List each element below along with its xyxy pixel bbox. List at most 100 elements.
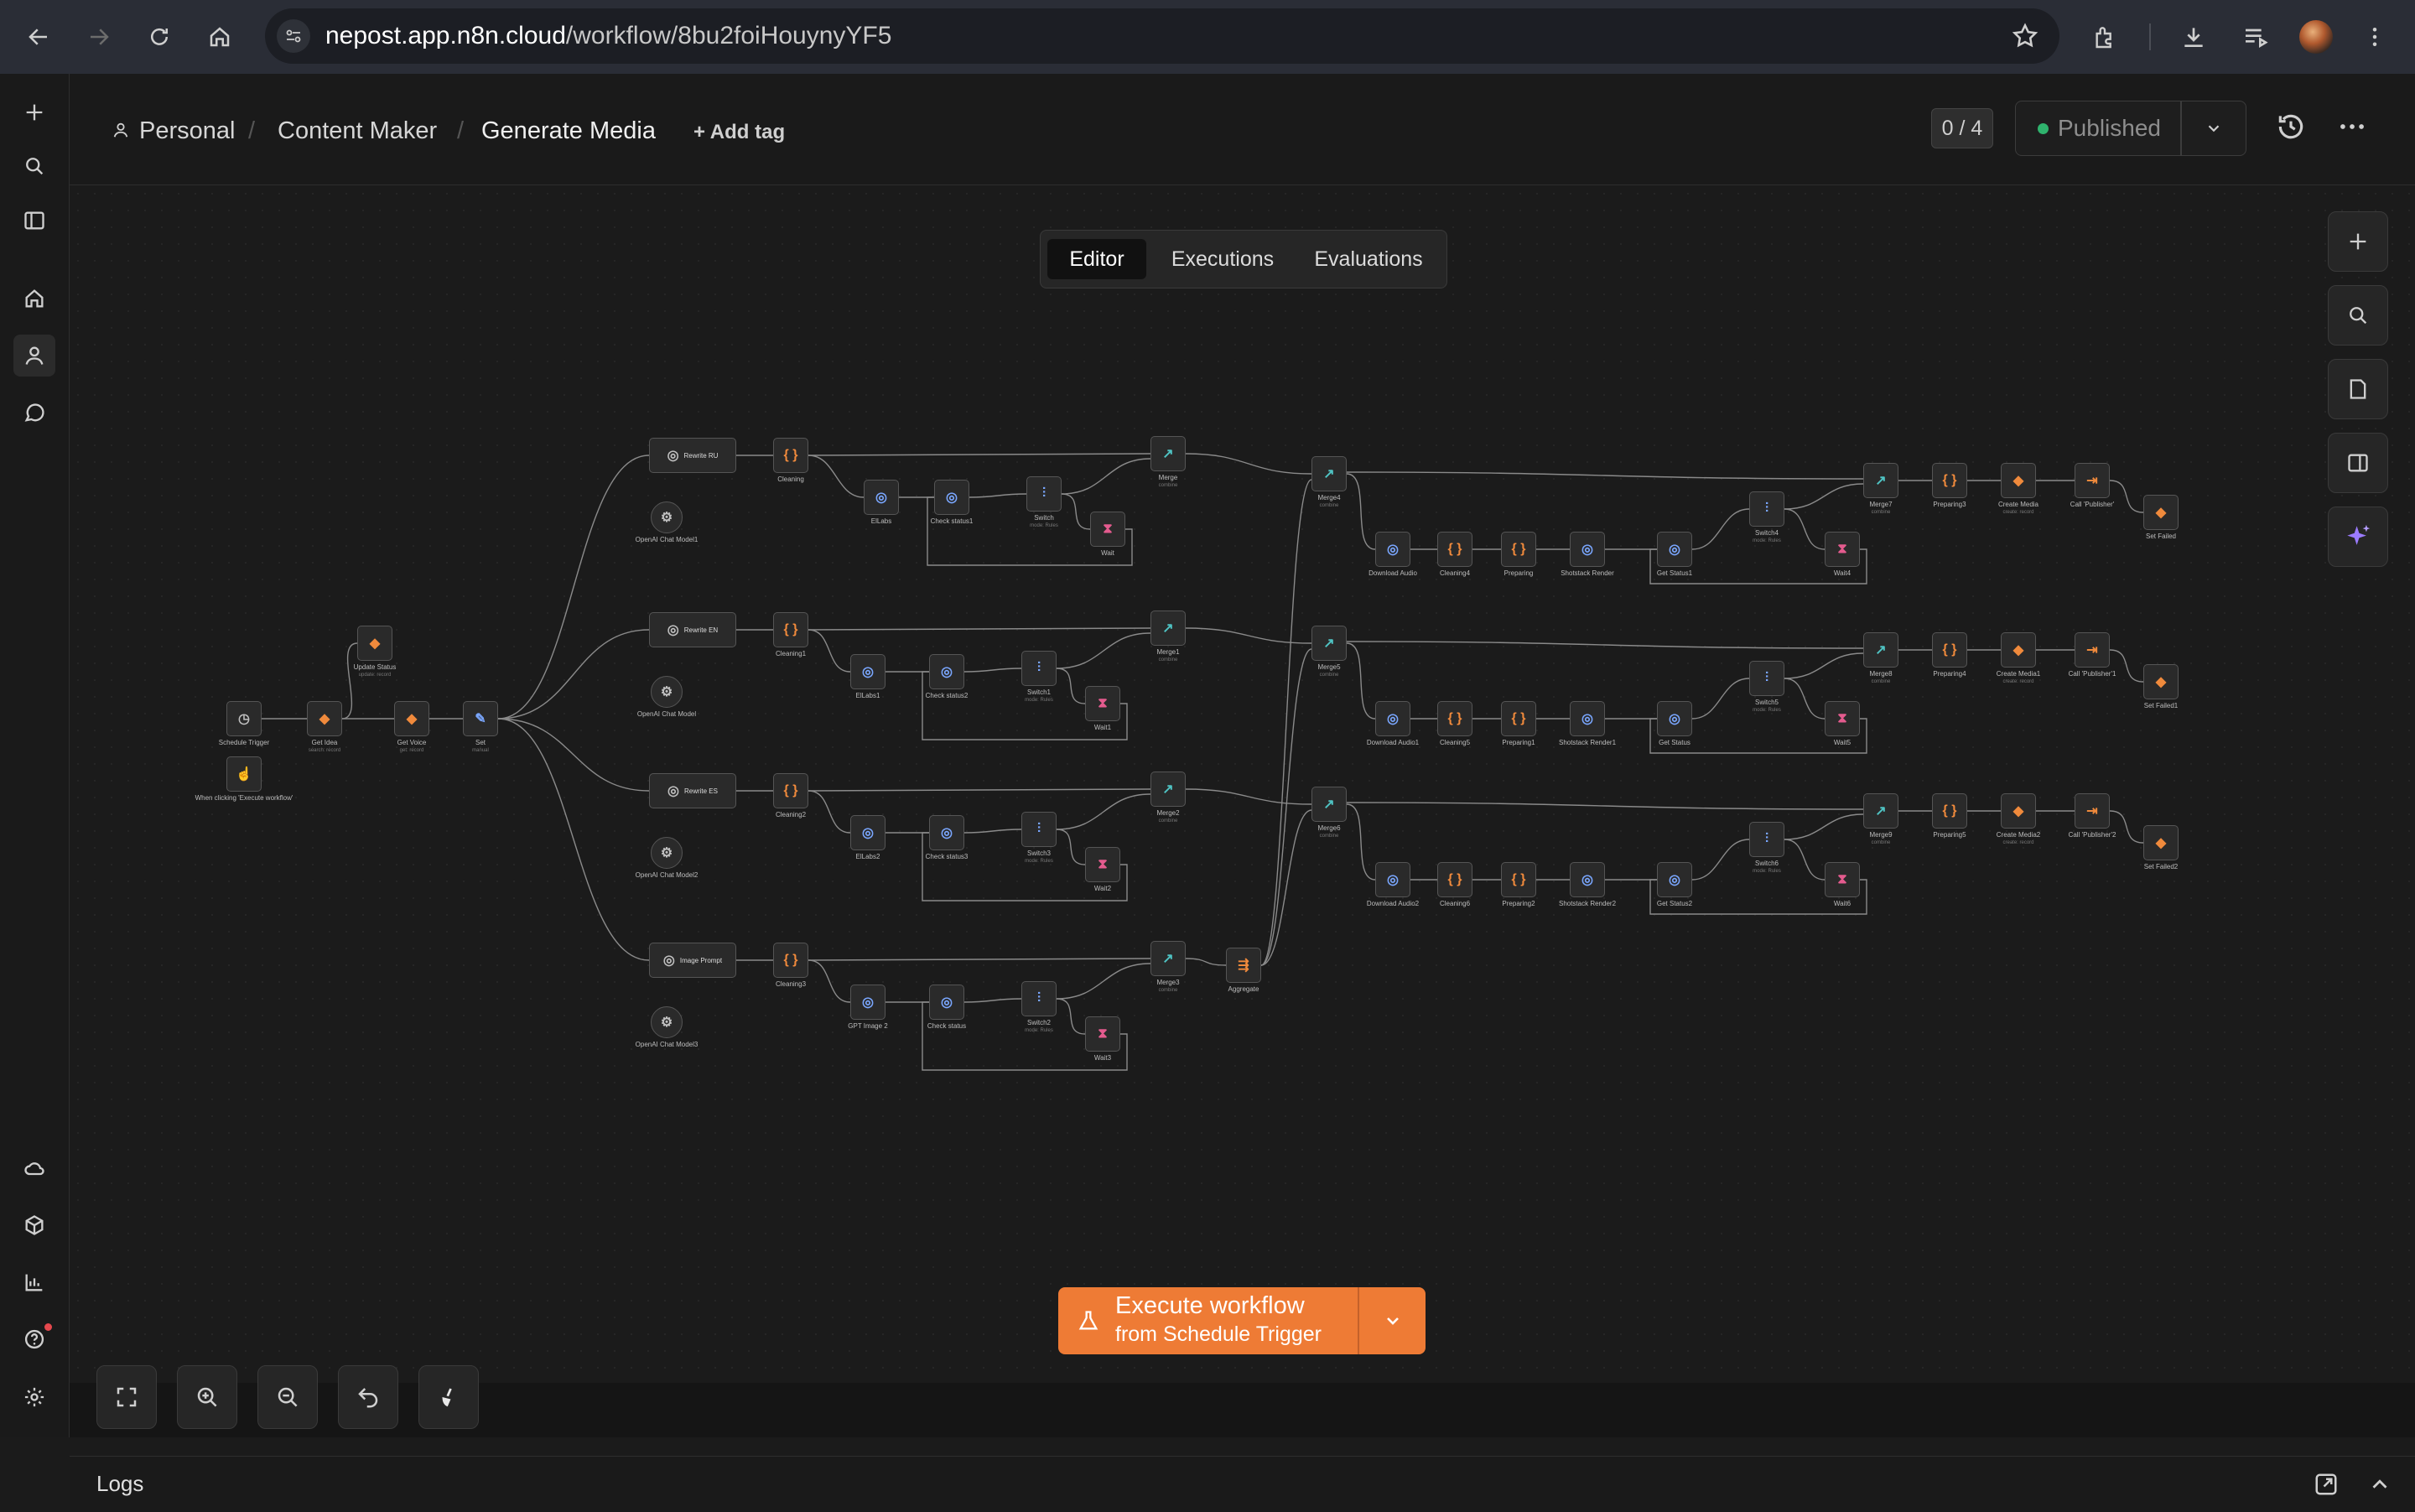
history-icon[interactable] [2275,111,2307,147]
workflow-name[interactable]: Generate Media [481,117,656,145]
manual-trigger-node[interactable]: ☝ [226,756,262,792]
publish-options-dropdown[interactable] [2181,101,2246,156]
switch-node-1[interactable]: ⫶ [1021,651,1057,686]
collapse-sidebar-icon[interactable] [13,200,55,242]
merge-right-node-2[interactable]: ↗ [1311,787,1347,822]
bookmark-star-icon[interactable] [2011,22,2039,55]
search-icon[interactable] [13,145,55,187]
check-status-node-0[interactable]: ◎ [934,480,969,515]
tab-evaluations[interactable]: Evaluations [1297,239,1440,279]
preparing-node-2[interactable]: { } [1501,862,1536,897]
wait-node-0[interactable]: ⧗ [1090,512,1125,547]
add-tag-button[interactable]: + Add tag [693,121,785,144]
preparing-node-0[interactable]: { } [1501,532,1536,567]
shotstack-node-1[interactable]: ◎ [1570,701,1605,736]
get-idea-node[interactable]: ◆ [307,701,342,736]
profile-avatar[interactable] [2296,17,2336,57]
chat-model-node-0[interactable]: ⚙ [651,501,683,533]
breadcrumb-personal[interactable]: Personal [139,117,235,145]
shotstack-node-2[interactable]: ◎ [1570,862,1605,897]
agent-node-2[interactable]: ◎ Rewrite ES [649,773,736,808]
aggregate-node[interactable]: ⇶ [1226,948,1261,983]
logs-panel-bar[interactable]: Logs [70,1456,2415,1512]
popout-icon[interactable] [2314,1472,2339,1501]
preparing-final-node-0[interactable]: { } [1932,463,1967,498]
switch-node-3[interactable]: ⫶ [1021,981,1057,1016]
merge-right-node-1[interactable]: ↗ [1311,626,1347,661]
download-audio-node-1[interactable]: ◎ [1375,701,1410,736]
tidy-up-button[interactable] [418,1365,479,1429]
execute-options-dropdown[interactable] [1359,1287,1426,1354]
personal-user-icon[interactable] [13,335,55,377]
browser-menu-icon[interactable] [2355,17,2395,57]
overview-home-icon[interactable] [13,278,55,320]
chat-icon[interactable] [13,392,55,434]
address-bar[interactable]: nepost.app.n8n.cloud/workflow/8bu2foiHou… [265,8,2059,64]
chat-model-node-3[interactable]: ⚙ [651,1006,683,1038]
tab-executions[interactable]: Executions [1151,239,1294,279]
chat-model-node-2[interactable]: ⚙ [651,837,683,869]
wait-node-2[interactable]: ⧗ [1085,847,1120,882]
set-failed-node-2[interactable]: ◆ [2143,825,2179,860]
media-queue-icon[interactable] [2236,17,2276,57]
preparing-final-node-1[interactable]: { } [1932,632,1967,668]
set-node[interactable]: ✎ [463,701,498,736]
add-node-button[interactable] [2328,211,2388,272]
zoom-out-button[interactable] [257,1365,318,1429]
get-status-node-2[interactable]: ◎ [1657,862,1692,897]
forward-icon[interactable] [79,17,119,57]
tab-editor[interactable]: Editor [1047,239,1146,279]
merge-right-node-0[interactable]: ↗ [1311,456,1347,491]
agent-node-0[interactable]: ◎ Rewrite RU [649,438,736,473]
wait-right-node-1[interactable]: ⧗ [1825,701,1860,736]
version-counter[interactable]: 0 / 4 [1931,108,1993,148]
home-icon[interactable] [200,17,240,57]
call-publisher-node-2[interactable]: ⇥ [2075,793,2110,829]
cloud-admin-icon[interactable] [13,1147,55,1189]
cleaning-right-node-0[interactable]: { } [1437,532,1472,567]
agent-node-3[interactable]: ◎ Image Prompt [649,943,736,978]
switch-right-node-0[interactable]: ⫶ [1749,491,1784,527]
site-info-icon[interactable] [277,19,310,53]
cleaning-node-2[interactable]: { } [773,773,808,808]
merge-final-node-0[interactable]: ↗ [1863,463,1898,498]
check-status-node-1[interactable]: ◎ [929,654,964,689]
download-icon[interactable] [2174,17,2214,57]
cleaning-node-3[interactable]: { } [773,943,808,978]
settings-gear-icon[interactable] [13,1376,55,1418]
schedule-trigger-node[interactable]: ◷ [226,701,262,736]
back-icon[interactable] [18,17,59,57]
http-node-2[interactable]: ◎ [850,815,886,850]
workflow-canvas[interactable]: ◷ Schedule Trigger ☝ When clicking 'Execute… [70,185,2415,1383]
download-audio-node-0[interactable]: ◎ [1375,532,1410,567]
cleaning-node-1[interactable]: { } [773,612,808,647]
get-voice-node[interactable]: ◆ [394,701,429,736]
create-media-node-0[interactable]: ◆ [2001,463,2036,498]
update-status-node[interactable]: ◆ [357,626,392,661]
switch-node-0[interactable]: ⫶ [1026,476,1062,512]
wait-right-node-2[interactable]: ⧗ [1825,862,1860,897]
get-status-node-1[interactable]: ◎ [1657,701,1692,736]
download-audio-node-2[interactable]: ◎ [1375,862,1410,897]
http-node-3[interactable]: ◎ [850,985,886,1020]
sticky-note-button[interactable] [2328,359,2388,419]
help-icon[interactable] [13,1318,55,1360]
execute-workflow-button[interactable]: Execute workflow from Schedule Trigger [1058,1287,1426,1354]
http-node-0[interactable]: ◎ [864,480,899,515]
more-options-icon[interactable] [2336,111,2368,147]
cleaning-right-node-2[interactable]: { } [1437,862,1472,897]
merge-node-0[interactable]: ↗ [1150,436,1186,471]
create-media-node-1[interactable]: ◆ [2001,632,2036,668]
check-status-node-3[interactable]: ◎ [929,985,964,1020]
switch-right-node-1[interactable]: ⫶ [1749,661,1784,696]
templates-icon[interactable] [13,1204,55,1246]
check-status-node-2[interactable]: ◎ [929,815,964,850]
merge-node-2[interactable]: ↗ [1150,772,1186,807]
http-node-1[interactable]: ◎ [850,654,886,689]
insights-chart-icon[interactable] [13,1261,55,1303]
fit-view-button[interactable] [96,1365,157,1429]
zoom-in-button[interactable] [177,1365,237,1429]
shotstack-node-0[interactable]: ◎ [1570,532,1605,567]
breadcrumb-project[interactable]: Content Maker [278,117,437,145]
ai-assistant-button[interactable] [2328,507,2388,567]
